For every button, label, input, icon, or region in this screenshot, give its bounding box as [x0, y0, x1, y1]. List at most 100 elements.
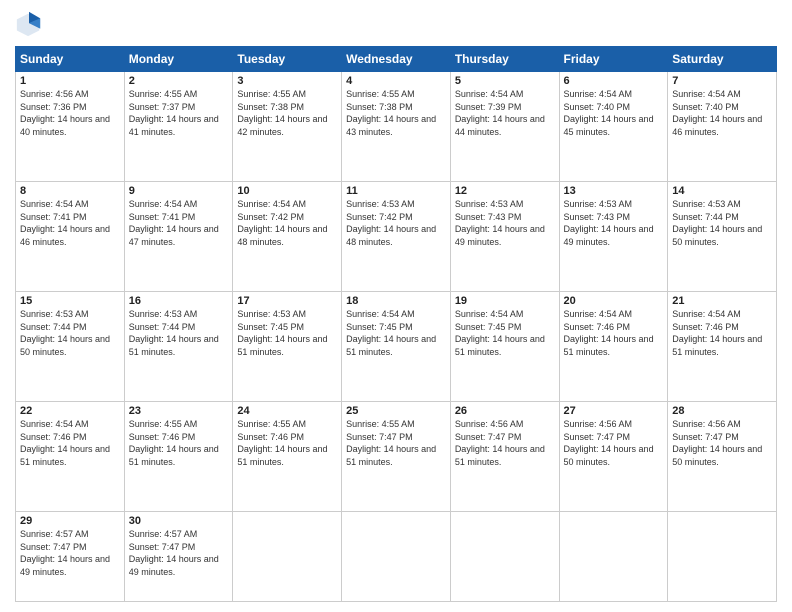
day-info: Sunrise: 4:54 AMSunset: 7:45 PMDaylight:…	[455, 308, 555, 358]
calendar-week-row: 22Sunrise: 4:54 AMSunset: 7:46 PMDayligh…	[16, 402, 777, 512]
calendar-cell: 14Sunrise: 4:53 AMSunset: 7:44 PMDayligh…	[668, 182, 777, 292]
calendar-cell: 15Sunrise: 4:53 AMSunset: 7:44 PMDayligh…	[16, 292, 125, 402]
day-number: 27	[564, 405, 664, 417]
calendar-cell: 7Sunrise: 4:54 AMSunset: 7:40 PMDaylight…	[668, 72, 777, 182]
day-number: 24	[237, 405, 337, 417]
day-info: Sunrise: 4:55 AMSunset: 7:46 PMDaylight:…	[129, 418, 229, 468]
day-number: 9	[129, 185, 229, 197]
day-number: 5	[455, 75, 555, 87]
day-info: Sunrise: 4:54 AMSunset: 7:42 PMDaylight:…	[237, 198, 337, 248]
calendar-cell: 24Sunrise: 4:55 AMSunset: 7:46 PMDayligh…	[233, 402, 342, 512]
calendar-cell: 20Sunrise: 4:54 AMSunset: 7:46 PMDayligh…	[559, 292, 668, 402]
day-number: 23	[129, 405, 229, 417]
day-number: 21	[672, 295, 772, 307]
calendar-cell: 27Sunrise: 4:56 AMSunset: 7:47 PMDayligh…	[559, 402, 668, 512]
calendar-cell: 17Sunrise: 4:53 AMSunset: 7:45 PMDayligh…	[233, 292, 342, 402]
day-info: Sunrise: 4:54 AMSunset: 7:45 PMDaylight:…	[346, 308, 446, 358]
calendar-cell: 2Sunrise: 4:55 AMSunset: 7:37 PMDaylight…	[124, 72, 233, 182]
calendar-cell: 28Sunrise: 4:56 AMSunset: 7:47 PMDayligh…	[668, 402, 777, 512]
day-info: Sunrise: 4:55 AMSunset: 7:37 PMDaylight:…	[129, 88, 229, 138]
col-monday: Monday	[124, 47, 233, 72]
day-info: Sunrise: 4:55 AMSunset: 7:47 PMDaylight:…	[346, 418, 446, 468]
calendar-cell: 3Sunrise: 4:55 AMSunset: 7:38 PMDaylight…	[233, 72, 342, 182]
logo-icon	[15, 10, 43, 38]
day-number: 10	[237, 185, 337, 197]
calendar-cell: 23Sunrise: 4:55 AMSunset: 7:46 PMDayligh…	[124, 402, 233, 512]
day-info: Sunrise: 4:56 AMSunset: 7:47 PMDaylight:…	[564, 418, 664, 468]
day-info: Sunrise: 4:53 AMSunset: 7:42 PMDaylight:…	[346, 198, 446, 248]
day-number: 8	[20, 185, 120, 197]
day-info: Sunrise: 4:53 AMSunset: 7:43 PMDaylight:…	[455, 198, 555, 248]
day-number: 6	[564, 75, 664, 87]
calendar-week-row: 29Sunrise: 4:57 AMSunset: 7:47 PMDayligh…	[16, 512, 777, 602]
day-number: 11	[346, 185, 446, 197]
calendar-cell: 18Sunrise: 4:54 AMSunset: 7:45 PMDayligh…	[342, 292, 451, 402]
calendar-cell: 19Sunrise: 4:54 AMSunset: 7:45 PMDayligh…	[450, 292, 559, 402]
calendar-cell: 21Sunrise: 4:54 AMSunset: 7:46 PMDayligh…	[668, 292, 777, 402]
calendar-body: 1Sunrise: 4:56 AMSunset: 7:36 PMDaylight…	[16, 72, 777, 602]
day-info: Sunrise: 4:54 AMSunset: 7:46 PMDaylight:…	[564, 308, 664, 358]
calendar-cell: 11Sunrise: 4:53 AMSunset: 7:42 PMDayligh…	[342, 182, 451, 292]
day-info: Sunrise: 4:56 AMSunset: 7:47 PMDaylight:…	[672, 418, 772, 468]
calendar-cell: 22Sunrise: 4:54 AMSunset: 7:46 PMDayligh…	[16, 402, 125, 512]
calendar-cell: 30Sunrise: 4:57 AMSunset: 7:47 PMDayligh…	[124, 512, 233, 602]
calendar-cell	[559, 512, 668, 602]
day-number: 26	[455, 405, 555, 417]
calendar-header-row: Sunday Monday Tuesday Wednesday Thursday…	[16, 47, 777, 72]
calendar-cell	[668, 512, 777, 602]
col-saturday: Saturday	[668, 47, 777, 72]
day-info: Sunrise: 4:57 AMSunset: 7:47 PMDaylight:…	[129, 528, 229, 578]
day-number: 20	[564, 295, 664, 307]
day-number: 28	[672, 405, 772, 417]
day-number: 7	[672, 75, 772, 87]
calendar-cell: 4Sunrise: 4:55 AMSunset: 7:38 PMDaylight…	[342, 72, 451, 182]
day-info: Sunrise: 4:55 AMSunset: 7:38 PMDaylight:…	[346, 88, 446, 138]
day-number: 29	[20, 515, 120, 527]
calendar-cell: 26Sunrise: 4:56 AMSunset: 7:47 PMDayligh…	[450, 402, 559, 512]
day-info: Sunrise: 4:54 AMSunset: 7:41 PMDaylight:…	[129, 198, 229, 248]
day-number: 16	[129, 295, 229, 307]
calendar-week-row: 15Sunrise: 4:53 AMSunset: 7:44 PMDayligh…	[16, 292, 777, 402]
day-number: 3	[237, 75, 337, 87]
calendar-cell	[450, 512, 559, 602]
page: Sunday Monday Tuesday Wednesday Thursday…	[0, 0, 792, 612]
day-number: 13	[564, 185, 664, 197]
calendar-week-row: 1Sunrise: 4:56 AMSunset: 7:36 PMDaylight…	[16, 72, 777, 182]
calendar-cell: 6Sunrise: 4:54 AMSunset: 7:40 PMDaylight…	[559, 72, 668, 182]
day-info: Sunrise: 4:53 AMSunset: 7:45 PMDaylight:…	[237, 308, 337, 358]
day-number: 14	[672, 185, 772, 197]
day-number: 30	[129, 515, 229, 527]
day-number: 17	[237, 295, 337, 307]
day-number: 22	[20, 405, 120, 417]
day-number: 18	[346, 295, 446, 307]
day-info: Sunrise: 4:54 AMSunset: 7:41 PMDaylight:…	[20, 198, 120, 248]
day-info: Sunrise: 4:54 AMSunset: 7:39 PMDaylight:…	[455, 88, 555, 138]
day-info: Sunrise: 4:55 AMSunset: 7:46 PMDaylight:…	[237, 418, 337, 468]
calendar-cell: 5Sunrise: 4:54 AMSunset: 7:39 PMDaylight…	[450, 72, 559, 182]
day-info: Sunrise: 4:57 AMSunset: 7:47 PMDaylight:…	[20, 528, 120, 578]
calendar-cell: 29Sunrise: 4:57 AMSunset: 7:47 PMDayligh…	[16, 512, 125, 602]
col-friday: Friday	[559, 47, 668, 72]
calendar-cell: 16Sunrise: 4:53 AMSunset: 7:44 PMDayligh…	[124, 292, 233, 402]
day-number: 12	[455, 185, 555, 197]
day-info: Sunrise: 4:53 AMSunset: 7:44 PMDaylight:…	[129, 308, 229, 358]
calendar-cell: 8Sunrise: 4:54 AMSunset: 7:41 PMDaylight…	[16, 182, 125, 292]
col-thursday: Thursday	[450, 47, 559, 72]
day-info: Sunrise: 4:53 AMSunset: 7:44 PMDaylight:…	[20, 308, 120, 358]
col-sunday: Sunday	[16, 47, 125, 72]
day-info: Sunrise: 4:54 AMSunset: 7:40 PMDaylight:…	[564, 88, 664, 138]
calendar-cell: 12Sunrise: 4:53 AMSunset: 7:43 PMDayligh…	[450, 182, 559, 292]
day-number: 15	[20, 295, 120, 307]
calendar-table: Sunday Monday Tuesday Wednesday Thursday…	[15, 46, 777, 602]
logo	[15, 10, 47, 38]
day-info: Sunrise: 4:56 AMSunset: 7:47 PMDaylight:…	[455, 418, 555, 468]
calendar-cell: 1Sunrise: 4:56 AMSunset: 7:36 PMDaylight…	[16, 72, 125, 182]
day-info: Sunrise: 4:53 AMSunset: 7:43 PMDaylight:…	[564, 198, 664, 248]
day-info: Sunrise: 4:54 AMSunset: 7:40 PMDaylight:…	[672, 88, 772, 138]
calendar-cell	[233, 512, 342, 602]
day-info: Sunrise: 4:53 AMSunset: 7:44 PMDaylight:…	[672, 198, 772, 248]
day-number: 19	[455, 295, 555, 307]
col-tuesday: Tuesday	[233, 47, 342, 72]
day-number: 2	[129, 75, 229, 87]
calendar-cell: 13Sunrise: 4:53 AMSunset: 7:43 PMDayligh…	[559, 182, 668, 292]
